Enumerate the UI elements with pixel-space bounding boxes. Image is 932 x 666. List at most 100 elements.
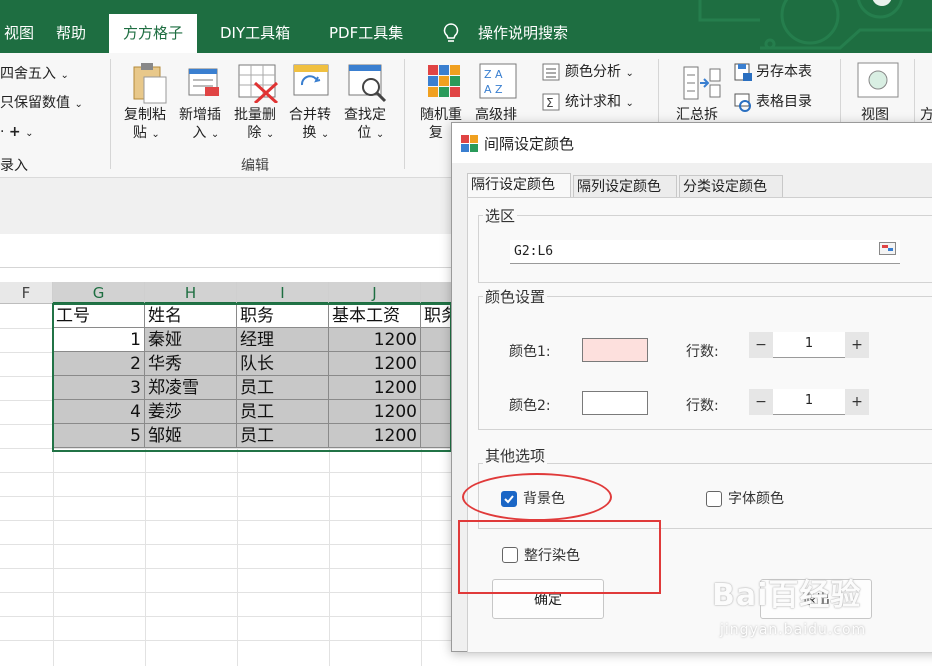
rows1-label: 行数: — [686, 344, 719, 360]
table-cell[interactable]: 1200 — [329, 424, 421, 448]
range-input[interactable]: G2:L6 — [510, 240, 900, 264]
color-analysis-icon — [542, 63, 560, 81]
merge-convert-icon — [293, 64, 329, 96]
tell-me-search[interactable]: 操作说明搜索 — [474, 20, 572, 53]
column-header-j[interactable]: J — [329, 282, 421, 304]
table-cell[interactable] — [421, 328, 451, 352]
color2-swatch[interactable] — [582, 391, 648, 415]
table-cell[interactable]: 3 — [53, 376, 145, 400]
increment-button[interactable]: + — [845, 332, 869, 358]
tab-diy-toolbox[interactable]: DIY工具箱 — [216, 20, 294, 53]
edit-group-label: 编辑 — [241, 158, 269, 174]
table-cell[interactable]: 邹姬 — [145, 424, 237, 448]
table-cell[interactable]: 郑凌雪 — [145, 376, 237, 400]
find-locate-button[interactable]: 查找定 位 ⌄ — [344, 106, 386, 144]
find-locate-icon — [348, 64, 387, 103]
keep-value-button[interactable]: 只保留数值 ⌄ — [0, 94, 83, 114]
tab-fangfang[interactable]: 方方格子 — [109, 14, 198, 53]
baidu-watermark-url: jingyan.baidu.com — [720, 622, 867, 638]
tab-view[interactable]: 视图 — [0, 20, 38, 53]
record-label: 录入 — [0, 158, 28, 174]
table-header-cell[interactable]: 姓名 — [145, 304, 237, 328]
rows2-value[interactable]: 1 — [773, 389, 845, 415]
copy-paste-button[interactable]: 复制粘 贴 ⌄ — [124, 106, 166, 144]
summary-split-icon — [683, 66, 721, 100]
dialog-title-bar[interactable]: 间隔设定颜色 — [452, 123, 932, 163]
plus-dropdown[interactable]: · + ⌄ — [0, 123, 33, 143]
table-cell[interactable] — [421, 376, 451, 400]
save-as-icon — [734, 63, 752, 81]
batch-delete-button[interactable]: 批量删 除 ⌄ — [234, 106, 276, 144]
column-header-g[interactable]: G — [53, 282, 145, 304]
table-cell[interactable]: 2 — [53, 352, 145, 376]
range-picker-icon[interactable] — [879, 242, 897, 256]
column-header-i[interactable]: I — [237, 282, 329, 304]
save-as-button[interactable]: 另存本表 — [756, 63, 812, 81]
clipboard-icon — [133, 63, 167, 104]
sort-az-icon: Z A A Z — [479, 63, 517, 99]
table-cell[interactable]: 姜莎 — [145, 400, 237, 424]
random-repeat-icon — [428, 65, 460, 97]
highlight-rectangle — [458, 520, 661, 594]
color2-label: 颜色2: — [509, 398, 551, 414]
stats-sum-icon: Σ — [542, 93, 560, 111]
tab-category[interactable]: 分类设定颜色 — [679, 175, 783, 197]
baidu-watermark: Bai百经验 — [712, 578, 862, 613]
table-catalog-button[interactable]: 表格目录 — [756, 93, 812, 111]
color-settings-label: 颜色设置 — [483, 286, 548, 307]
insert-rows-icon — [188, 68, 219, 96]
table-cell[interactable]: 1200 — [329, 376, 421, 400]
table-cell[interactable] — [421, 352, 451, 376]
svg-text:Z A: Z A — [484, 68, 503, 81]
tab-help[interactable]: 帮助 — [52, 20, 90, 53]
table-cell[interactable] — [421, 400, 451, 424]
column-header-h[interactable]: H — [145, 282, 237, 304]
dialog-title: 间隔设定颜色 — [484, 135, 575, 153]
font-color-checkbox[interactable] — [706, 491, 722, 507]
app-icon — [461, 135, 478, 152]
tab-row-interval[interactable]: 隔行设定颜色 — [467, 173, 571, 197]
table-cell[interactable]: 4 — [53, 400, 145, 424]
decrement-button[interactable]: − — [749, 332, 773, 358]
table-cell[interactable]: 5 — [53, 424, 145, 448]
color-analysis-button[interactable]: 颜色分析 ⌄ — [565, 63, 634, 83]
ribbon-tab-bar: 视图 帮助 方方格子 DIY工具箱 PDF工具集 操作说明搜索 — [0, 0, 932, 53]
selection-group-label: 选区 — [483, 205, 518, 226]
ribbon-separator — [110, 59, 111, 169]
merge-convert-button[interactable]: 合并转 换 ⌄ — [289, 106, 331, 144]
color1-swatch[interactable] — [582, 338, 648, 362]
table-cell[interactable]: 1200 — [329, 328, 421, 352]
rows1-value[interactable]: 1 — [773, 332, 845, 358]
decrement-button[interactable]: − — [749, 389, 773, 415]
rows2-label: 行数: — [686, 398, 719, 414]
stats-sum-button[interactable]: 统计求和 ⌄ — [565, 93, 634, 113]
svg-text:A Z: A Z — [484, 83, 503, 96]
ribbon-separator — [404, 59, 405, 169]
view-icon — [857, 62, 899, 98]
table-header-cell[interactable]: 职务 — [237, 304, 329, 328]
table-header-cell[interactable]: 职务 — [421, 304, 451, 328]
svg-text:Σ: Σ — [546, 96, 554, 110]
column-header-f[interactable]: F — [0, 282, 53, 304]
highlight-ellipse — [462, 473, 612, 521]
font-color-label[interactable]: 字体颜色 — [728, 488, 784, 508]
increment-button[interactable]: + — [845, 389, 869, 415]
table-cell[interactable]: 队长 — [237, 352, 329, 376]
table-cell[interactable]: 1200 — [329, 352, 421, 376]
rows2-stepper: − 1 + — [749, 389, 869, 415]
table-header-cell[interactable]: 基本工资 — [329, 304, 421, 328]
table-cell[interactable]: 员工 — [237, 400, 329, 424]
tab-column-interval[interactable]: 隔列设定颜色 — [573, 175, 677, 197]
table-cell[interactable]: 秦娅 — [145, 328, 237, 352]
table-cell[interactable] — [421, 424, 451, 448]
round-button[interactable]: 四舍五入 ⌄ — [0, 65, 69, 85]
tab-pdf-tools[interactable]: PDF工具集 — [325, 20, 407, 53]
table-cell[interactable]: 1200 — [329, 400, 421, 424]
table-cell[interactable]: 华秀 — [145, 352, 237, 376]
table-header-cell[interactable]: 工号 — [53, 304, 145, 328]
table-cell[interactable]: 员工 — [237, 424, 329, 448]
add-insert-button[interactable]: 新增插 入 ⌄ — [179, 106, 221, 144]
table-cell[interactable]: 经理 — [237, 328, 329, 352]
table-cell[interactable]: 1 — [53, 328, 145, 352]
table-cell[interactable]: 员工 — [237, 376, 329, 400]
